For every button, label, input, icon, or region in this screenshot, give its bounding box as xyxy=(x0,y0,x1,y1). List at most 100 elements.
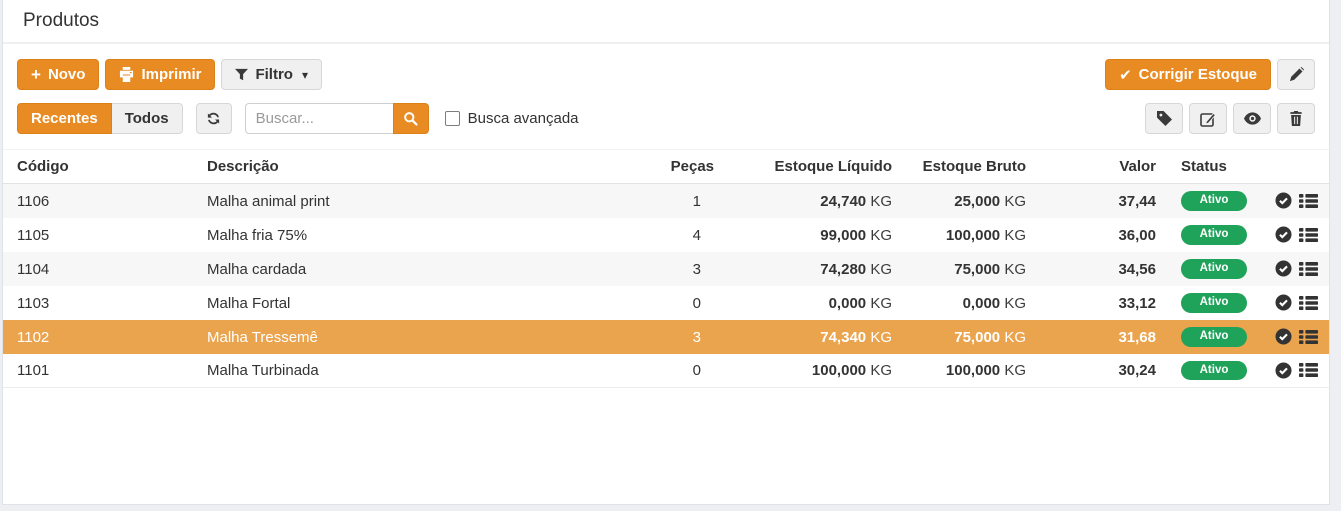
cell-pecas: 0 xyxy=(651,295,714,312)
check-circle-icon[interactable] xyxy=(1275,328,1292,345)
print-button[interactable]: Imprimir xyxy=(105,59,215,90)
filter-button[interactable]: Filtro ▾ xyxy=(221,59,322,90)
cell-status: Ativo xyxy=(1156,191,1329,211)
refresh-icon xyxy=(206,111,221,126)
cell-descricao: Malha Turbinada xyxy=(207,362,651,379)
edit-square-icon xyxy=(1200,111,1216,127)
table-header: Código Descrição Peças Estoque Líquido E… xyxy=(3,149,1329,184)
cell-pecas: 0 xyxy=(651,362,714,379)
search-input[interactable] xyxy=(245,103,393,134)
table-row[interactable]: 1105 Malha fria 75% 4 99,000 KG 100,000 … xyxy=(3,218,1329,252)
cell-valor: 34,56 xyxy=(1026,261,1156,278)
cell-descricao: Malha animal print xyxy=(207,193,651,210)
table-row[interactable]: 1103 Malha Fortal 0 0,000 KG 0,000 KG 33… xyxy=(3,286,1329,320)
cell-pecas: 1 xyxy=(651,193,714,210)
cell-valor: 30,24 xyxy=(1026,362,1156,379)
tab-todos[interactable]: Todos xyxy=(112,103,183,134)
new-button[interactable]: + Novo xyxy=(17,59,99,90)
cell-status: Ativo xyxy=(1156,361,1329,381)
row-icon-group xyxy=(1275,294,1318,311)
col-header-status[interactable]: Status xyxy=(1156,158,1329,175)
cell-descricao: Malha Fortal xyxy=(207,295,651,312)
trash-icon xyxy=(1289,111,1303,126)
status-badge: Ativo xyxy=(1181,293,1247,313)
delete-button[interactable] xyxy=(1277,103,1315,134)
cell-pecas: 4 xyxy=(651,227,714,244)
refresh-button[interactable] xyxy=(196,103,232,134)
tag-button[interactable] xyxy=(1145,103,1183,134)
cell-status: Ativo xyxy=(1156,293,1329,313)
detail-list-icon[interactable] xyxy=(1299,227,1318,243)
status-badge: Ativo xyxy=(1181,327,1247,347)
check-circle-icon[interactable] xyxy=(1275,362,1292,379)
page-header: Produtos xyxy=(3,0,1329,44)
cell-codigo: 1105 xyxy=(3,227,207,244)
recent-all-toggle: Recentes Todos xyxy=(17,103,183,134)
table-row[interactable]: 1101 Malha Turbinada 0 100,000 KG 100,00… xyxy=(3,354,1329,388)
col-header-estoque-bruto[interactable]: Estoque Bruto xyxy=(892,158,1026,175)
cell-codigo: 1106 xyxy=(3,193,207,210)
status-badge: Ativo xyxy=(1181,361,1247,381)
advanced-search-checkbox[interactable] xyxy=(445,111,460,126)
cell-estoque-bruto: 75,000 KG xyxy=(892,329,1026,346)
detail-list-icon[interactable] xyxy=(1299,261,1318,277)
products-panel: Produtos + Novo Imprimir Filtro ▾ ✔ Corr… xyxy=(2,0,1330,505)
detail-list-icon[interactable] xyxy=(1299,362,1318,378)
products-table: Código Descrição Peças Estoque Líquido E… xyxy=(3,149,1329,388)
status-badge: Ativo xyxy=(1181,259,1247,279)
cell-codigo: 1104 xyxy=(3,261,207,278)
detail-list-icon[interactable] xyxy=(1299,295,1318,311)
row-icon-group xyxy=(1275,362,1318,379)
new-button-label: Novo xyxy=(48,66,86,83)
table-row[interactable]: 1104 Malha cardada 3 74,280 KG 75,000 KG… xyxy=(3,252,1329,286)
detail-list-icon[interactable] xyxy=(1299,193,1318,209)
cell-pecas: 3 xyxy=(651,261,714,278)
check-circle-icon[interactable] xyxy=(1275,226,1292,243)
cell-pecas: 3 xyxy=(651,329,714,346)
col-header-estoque-liquido[interactable]: Estoque Líquido xyxy=(714,158,892,175)
row-icon-group xyxy=(1275,328,1318,345)
table-row[interactable]: 1102 Malha Tressemê 3 74,340 KG 75,000 K… xyxy=(3,320,1329,354)
cell-codigo: 1102 xyxy=(3,329,207,346)
fix-stock-button[interactable]: ✔ Corrigir Estoque xyxy=(1105,59,1271,90)
advanced-search-toggle[interactable]: Busca avançada xyxy=(445,110,579,127)
pencil-icon xyxy=(1289,67,1304,82)
cell-status: Ativo xyxy=(1156,327,1329,347)
filter-button-label: Filtro xyxy=(255,66,293,83)
col-header-pecas[interactable]: Peças xyxy=(651,158,714,175)
col-header-codigo[interactable]: Código xyxy=(3,158,207,175)
cell-valor: 31,68 xyxy=(1026,329,1156,346)
tab-recentes[interactable]: Recentes xyxy=(17,103,112,134)
toolbar-primary: + Novo Imprimir Filtro ▾ ✔ Corrigir Esto… xyxy=(3,59,1329,90)
search-button[interactable] xyxy=(393,103,429,134)
check-circle-icon[interactable] xyxy=(1275,294,1292,311)
cell-estoque-bruto: 100,000 KG xyxy=(892,227,1026,244)
filter-icon xyxy=(235,68,248,81)
cell-valor: 37,44 xyxy=(1026,193,1156,210)
cell-estoque-bruto: 100,000 KG xyxy=(892,362,1026,379)
cell-estoque-liquido: 99,000 KG xyxy=(714,227,892,244)
cell-valor: 33,12 xyxy=(1026,295,1156,312)
cell-estoque-bruto: 75,000 KG xyxy=(892,261,1026,278)
col-header-valor[interactable]: Valor xyxy=(1026,158,1156,175)
edit-note-button[interactable] xyxy=(1189,103,1227,134)
edit-pencil-button[interactable] xyxy=(1277,59,1315,90)
printer-icon xyxy=(119,67,134,82)
cell-codigo: 1101 xyxy=(3,362,207,379)
cell-status: Ativo xyxy=(1156,225,1329,245)
row-icon-group xyxy=(1275,260,1318,277)
detail-list-icon[interactable] xyxy=(1299,329,1318,345)
search-icon xyxy=(403,111,418,126)
tag-icon xyxy=(1157,111,1172,126)
col-header-descricao[interactable]: Descrição xyxy=(207,158,651,175)
fix-stock-button-label: Corrigir Estoque xyxy=(1139,66,1257,83)
row-icon-group xyxy=(1275,192,1318,209)
check-circle-icon[interactable] xyxy=(1275,192,1292,209)
chevron-down-icon: ▾ xyxy=(302,68,308,82)
view-button[interactable] xyxy=(1233,103,1271,134)
table-row[interactable]: 1106 Malha animal print 1 24,740 KG 25,0… xyxy=(3,184,1329,218)
page-title: Produtos xyxy=(23,10,99,32)
search-bar xyxy=(245,103,429,134)
cell-descricao: Malha fria 75% xyxy=(207,227,651,244)
check-circle-icon[interactable] xyxy=(1275,260,1292,277)
